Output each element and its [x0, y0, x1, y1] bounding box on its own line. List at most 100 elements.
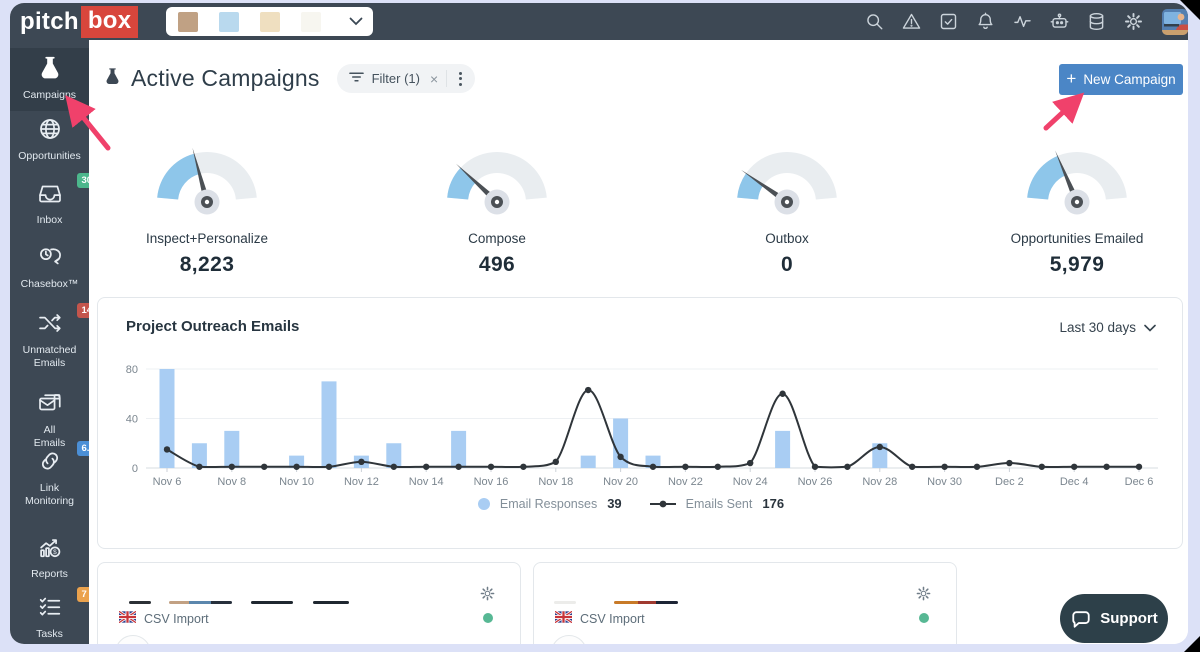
- svg-text:40: 40: [126, 414, 138, 426]
- gauge-label: Compose: [377, 231, 617, 246]
- shuffle-icon: 144: [37, 310, 63, 341]
- chart-legend: Email Responses 39 Emails Sent 176: [98, 496, 1182, 511]
- page-header: Active Campaigns Filter (1) ×: [103, 64, 475, 93]
- sidebar-item-label: Inbox: [10, 214, 89, 227]
- svg-text:Nov 10: Nov 10: [279, 476, 314, 488]
- filter-icon: [349, 71, 364, 86]
- link-icon: 6.9K: [37, 448, 63, 479]
- gauge-opportunities-emailed: Opportunities Emailed 5,979: [957, 140, 1188, 277]
- gauge-label: Inspect+Personalize: [89, 231, 327, 246]
- chart-title: Project Outreach Emails: [126, 318, 299, 335]
- redacted-text: [129, 601, 151, 604]
- card-settings-gear-icon[interactable]: [915, 585, 932, 607]
- reports-icon: $: [37, 534, 63, 565]
- sidebar-item-reports[interactable]: $ Reports: [10, 534, 89, 581]
- redacted-text: [251, 601, 293, 604]
- emails-sent-legend-icon: [650, 499, 676, 509]
- svg-text:80: 80: [126, 364, 138, 376]
- topbar-icons: [863, 11, 1156, 33]
- page-title: Active Campaigns: [131, 65, 320, 92]
- logo-part-pitch: pitch: [20, 8, 79, 36]
- plus-icon: +: [1066, 69, 1076, 89]
- card-settings-gear-icon[interactable]: [479, 585, 496, 607]
- logo-part-box: box: [81, 6, 139, 38]
- sidebar-item-tasks[interactable]: 7 Tasks: [10, 594, 89, 641]
- emails-icon: [37, 390, 63, 421]
- automation-icon[interactable]: [1048, 11, 1070, 33]
- status-dot: [483, 613, 493, 623]
- settings-icon[interactable]: [1122, 11, 1144, 33]
- screenshot-corner-artifact: [1180, 0, 1200, 20]
- support-label: Support: [1100, 610, 1158, 627]
- svg-text:Nov 24: Nov 24: [733, 476, 768, 488]
- svg-text:Nov 12: Nov 12: [344, 476, 379, 488]
- notifications-icon[interactable]: [974, 11, 996, 33]
- legend-value: 176: [762, 496, 784, 511]
- filter-pill[interactable]: Filter (1) ×: [337, 64, 476, 93]
- gauge-value: 8,223: [89, 253, 327, 277]
- gauge-label: Outbox: [667, 231, 907, 246]
- sidebar-item-unmatched-emails[interactable]: 144UnmatchedEmails: [10, 310, 89, 370]
- gauge-value: 0: [667, 253, 907, 277]
- svg-text:$: $: [53, 549, 57, 556]
- sidebar-item-label: LinkMonitoring: [10, 482, 89, 508]
- alerts-icon[interactable]: [900, 11, 922, 33]
- flask-icon: [103, 67, 122, 91]
- gauge-outbox: Outbox 0: [667, 140, 907, 277]
- more-options-kebab-icon[interactable]: [450, 66, 471, 92]
- outreach-chart-card: Project Outreach Emails Last 30 days 040…: [97, 297, 1183, 549]
- gauge-value: 5,979: [957, 253, 1188, 277]
- gauge-inspect-personalize: Inspect+Personalize 8,223: [89, 140, 327, 277]
- gauge-dial: [432, 140, 562, 218]
- redacted-text: [313, 601, 349, 604]
- chasebox-icon: [37, 244, 63, 275]
- campaign-source-row: CSV Import: [119, 610, 209, 628]
- uk-flag-icon: [119, 610, 136, 628]
- chevron-down-icon: [1144, 324, 1156, 332]
- redacted-text: [554, 601, 576, 604]
- gauge-compose: Compose 496: [377, 140, 617, 277]
- tasks-icon: 7: [37, 594, 63, 625]
- email-responses-legend-icon: [478, 498, 490, 510]
- screenshot-corner-artifact: [1184, 636, 1200, 652]
- svg-text:Nov 20: Nov 20: [603, 476, 638, 488]
- workspace-color-select[interactable]: [166, 7, 373, 36]
- svg-text:Nov 8: Nov 8: [217, 476, 246, 488]
- app-window: pitch box Campaigns Opportunities 308 Inbox…: [10, 3, 1188, 644]
- campaign-source-row: CSV Import: [555, 610, 645, 628]
- sidebar-item-label: Opportunities: [10, 150, 89, 163]
- sidebar-item-label: Tasks: [10, 628, 89, 641]
- pitchbox-logo[interactable]: pitch box: [20, 6, 138, 38]
- color-swatch: [178, 12, 198, 32]
- outreach-chart: 04080Nov 6Nov 8Nov 10Nov 12Nov 14Nov 16N…: [114, 348, 1168, 496]
- top-bar: pitch box: [10, 3, 1188, 40]
- support-button[interactable]: Support: [1060, 594, 1168, 643]
- sidebar-item-link-monitoring[interactable]: 6.9K LinkMonitoring: [10, 448, 89, 508]
- approvals-icon[interactable]: [937, 11, 959, 33]
- campaign-source-label: CSV Import: [144, 612, 209, 626]
- color-swatch: [219, 12, 239, 32]
- globe-icon: [37, 116, 63, 147]
- gauge-value: 496: [377, 253, 617, 277]
- activity-icon[interactable]: [1011, 11, 1033, 33]
- main-content: Active Campaigns Filter (1) × + New Camp…: [89, 40, 1188, 644]
- sidebar-item-campaigns[interactable]: Campaigns: [10, 48, 89, 111]
- sidebar-item-inbox[interactable]: 308 Inbox: [10, 180, 89, 227]
- new-campaign-button[interactable]: + New Campaign: [1059, 64, 1183, 95]
- sidebar-item-opportunities[interactable]: Opportunities: [10, 116, 89, 163]
- sidebar-item-label: Chasebox™: [10, 278, 89, 291]
- sidebar-item-label: Reports: [10, 568, 89, 581]
- campaign-card[interactable]: CSV Import: [533, 562, 957, 644]
- date-range-select[interactable]: Last 30 days: [1059, 320, 1156, 335]
- svg-text:Nov 26: Nov 26: [798, 476, 833, 488]
- inbox-icon: 308: [37, 180, 63, 211]
- sidebar-item-chasebox[interactable]: Chasebox™: [10, 244, 89, 291]
- sidebar-item-label: Campaigns: [10, 89, 89, 102]
- gauge-dial: [1012, 140, 1142, 218]
- data-icon[interactable]: [1085, 11, 1107, 33]
- gauge-dial: [722, 140, 852, 218]
- svg-text:Nov 22: Nov 22: [668, 476, 703, 488]
- filter-clear-icon[interactable]: ×: [430, 71, 438, 87]
- search-icon[interactable]: [863, 11, 885, 33]
- campaign-card[interactable]: CSV Import: [97, 562, 521, 644]
